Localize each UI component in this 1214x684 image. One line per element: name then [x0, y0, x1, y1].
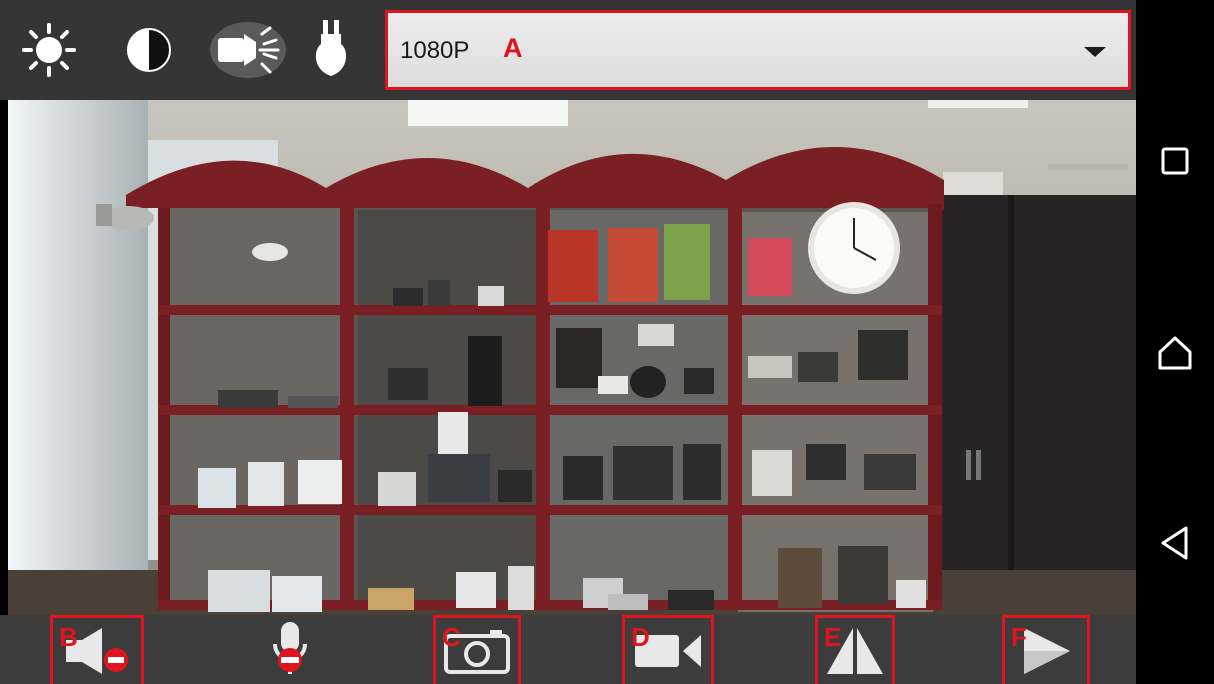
resolution-value: 1080P — [400, 37, 470, 64]
camera-viewer-screen: 1080P A B C D E F — [0, 0, 1214, 684]
back-icon[interactable] — [1154, 522, 1196, 564]
annotation-marker-f: F — [1011, 622, 1027, 652]
annotation-marker-d: D — [631, 622, 650, 652]
record-button[interactable]: D — [622, 615, 714, 684]
microphone-button[interactable] — [250, 615, 330, 684]
bottom-toolbar: B C D E F — [0, 615, 1136, 684]
camera-video-feed[interactable] — [8, 100, 1136, 615]
resolution-dropdown[interactable]: 1080P A — [385, 10, 1131, 90]
recents-icon[interactable] — [1154, 140, 1196, 182]
top-toolbar: 1080P A — [0, 0, 1136, 100]
home-icon[interactable] — [1154, 332, 1196, 374]
speaker-mute-button[interactable]: B — [50, 615, 144, 684]
chevron-down-icon — [1084, 47, 1106, 57]
contrast-icon[interactable] — [114, 14, 184, 86]
brightness-icon[interactable] — [14, 14, 84, 86]
snapshot-button[interactable]: C — [433, 615, 521, 684]
play-button[interactable]: F — [1002, 615, 1090, 684]
annotation-marker-b: B — [59, 622, 78, 652]
video-frame-image — [8, 100, 1136, 615]
annotation-marker-c: C — [442, 622, 461, 652]
annotation-marker-e: E — [824, 622, 842, 652]
bulb-icon[interactable] — [306, 14, 356, 86]
ir-light-icon[interactable] — [208, 14, 288, 86]
microphone-muted-icon — [273, 621, 307, 674]
android-navigation-bar — [1136, 0, 1214, 684]
annotation-marker-a: A — [503, 33, 523, 63]
flip-button[interactable]: E — [815, 615, 895, 684]
